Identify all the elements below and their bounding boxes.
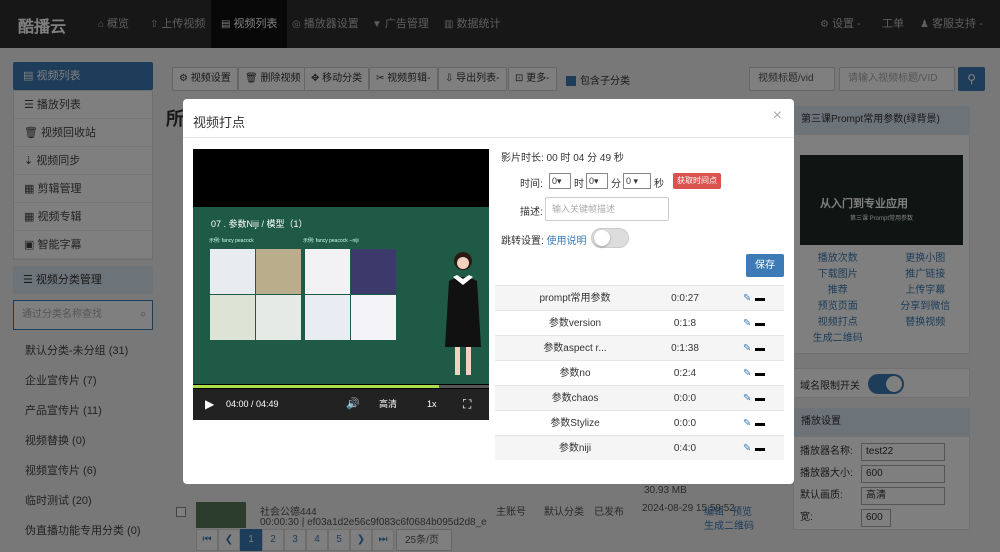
pencil-icon[interactable]: ✎ [743,386,751,411]
jump-label: 跳转设置: 使用说明 [501,236,587,247]
pencil-icon[interactable]: ✎ [743,336,751,361]
pencil-icon[interactable]: ✎ [743,286,751,311]
mark-name: 参数version [548,318,602,329]
mark-row: 参数niji 0:4:0 ✎ ▬ [495,435,784,460]
example-image [256,249,301,294]
hour-select[interactable]: 0▾ [549,173,571,189]
fullscreen-icon[interactable]: ⛶ [463,389,471,420]
slide-caption-right: 示例: fancy peacock --niji [303,238,359,244]
minute-select[interactable]: 0▾ [586,173,608,189]
video-controls: ▶ 04:00 / 04:49 🔊 高清 1x ⛶ [193,389,489,420]
mark-name: 参数chaos [551,393,599,404]
video-player[interactable]: 07 . 参数Niji / 模型（1） 示例: fancy peacock 示例… [193,149,489,420]
volume-icon[interactable]: 🔊 [346,389,360,420]
minus-icon[interactable]: ▬ [755,311,765,336]
quality-button[interactable]: 高清 [379,389,397,420]
mark-time: 0:0:0 [673,393,697,404]
mark-time: 0:2:4 [673,368,697,379]
pencil-icon[interactable]: ✎ [743,311,751,336]
minus-icon[interactable]: ▬ [755,411,765,436]
example-image [210,295,255,340]
mark-time: 0:1:8 [673,318,697,329]
example-image [210,249,255,294]
usage-link[interactable]: 使用说明 [547,236,587,247]
marks-table: prompt常用参数 0:0:27 ✎ ▬ 参数version 0:1:8 ✎ ▬ 参数aspe… [495,285,784,460]
minute-unit: 分 [611,179,621,190]
video-frame: 07 . 参数Niji / 模型（1） 示例: fancy peacock 示例… [193,207,489,384]
slide-caption-left: 示例: fancy peacock [209,238,254,244]
time-label: 时间: [520,179,543,190]
mark-time: 0:0:27 [671,293,699,304]
description-input[interactable]: 输入关键帧描述 [545,197,669,221]
pencil-icon[interactable]: ✎ [743,361,751,386]
play-icon[interactable]: ▶ [205,389,214,420]
example-image [351,249,396,294]
divider [183,137,794,138]
mark-row: 参数chaos 0:0:0 ✎ ▬ [495,385,784,410]
example-image [305,295,350,340]
hour-unit: 时 [574,179,584,190]
example-image [351,295,396,340]
mark-name: 参数Stylize [550,418,600,429]
minus-icon[interactable]: ▬ [755,436,765,461]
pencil-icon[interactable]: ✎ [743,436,751,461]
mark-name: 参数no [559,368,591,379]
mark-name: 参数niji [558,443,592,454]
video-progress-fill [193,385,439,388]
mark-row: 参数Stylize 0:0:0 ✎ ▬ [495,410,784,435]
slide-title: 07 . 参数Niji / 模型（1） [211,219,308,229]
example-image [256,295,301,340]
mark-row: 参数version 0:1:8 ✎ ▬ [495,310,784,335]
mark-time: 0:4:0 [673,443,697,454]
mark-name: 参数aspect r... [543,343,607,354]
mark-row: prompt常用参数 0:0:27 ✎ ▬ [495,285,784,310]
presenter-figure [445,252,481,375]
pencil-icon[interactable]: ✎ [743,411,751,436]
mark-time: 0:1:38 [671,343,699,354]
video-progress-bar[interactable] [193,385,489,388]
mark-row: 参数aspect r... 0:1:38 ✎ ▬ [495,335,784,360]
mark-time: 0:0:0 [673,418,697,429]
second-unit: 秒 [654,179,664,190]
minus-icon[interactable]: ▬ [755,361,765,386]
speed-button[interactable]: 1x [427,389,437,420]
description-label: 描述: [520,207,543,218]
video-marks-modal: 视频打点 × 07 . 参数Niji / 模型（1） 示例: fancy pea… [183,99,794,484]
toggle-knob [594,230,610,246]
jump-toggle[interactable] [591,228,629,248]
get-time-button[interactable]: 获取时间点 [673,173,721,189]
mark-row: 参数no 0:2:4 ✎ ▬ [495,360,784,385]
minus-icon[interactable]: ▬ [755,336,765,361]
example-image [305,249,350,294]
video-time: 04:00 / 04:49 [226,399,279,409]
minus-icon[interactable]: ▬ [755,286,765,311]
mark-name: prompt常用参数 [539,293,611,304]
video-duration: 影片时长: 00 时 04 分 49 秒 [501,153,624,164]
save-button[interactable]: 保存 [746,254,784,277]
minus-icon[interactable]: ▬ [755,386,765,411]
second-select[interactable]: 0 ▾ [623,173,651,189]
close-icon[interactable]: × [773,107,782,125]
modal-title: 视频打点 [193,115,246,130]
